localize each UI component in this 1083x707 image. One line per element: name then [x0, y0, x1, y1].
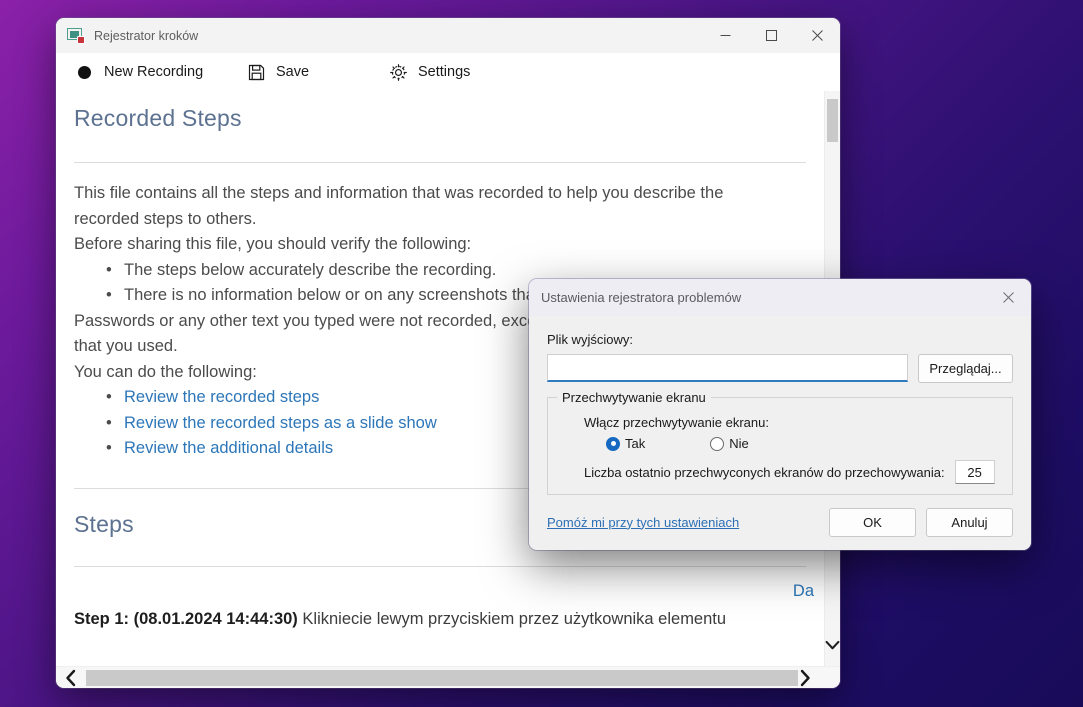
chevron-right-icon[interactable]	[790, 667, 820, 688]
close-icon[interactable]	[794, 18, 840, 53]
dialog-body: Plik wyjściowy: Przeglądaj... Przechwyty…	[529, 316, 1031, 550]
record-dot-icon	[74, 62, 94, 82]
horizontal-scrollbar-thumb[interactable]	[86, 670, 798, 686]
output-file-label: Plik wyjściowy:	[547, 332, 633, 347]
radio-mark-icon	[606, 436, 620, 451]
save-button[interactable]: Save	[246, 57, 388, 87]
screen-count-label: Liczba ostatnio przechwyconych ekranów d…	[584, 464, 945, 480]
radio-no[interactable]: Nie	[710, 436, 749, 451]
capture-radio-group: Tak Nie	[606, 436, 998, 451]
intro-line-1: This file contains all the steps and inf…	[74, 184, 724, 202]
dialog-footer: Pomóż mi przy tych ustawieniach OK Anulu…	[547, 507, 1013, 537]
settings-label: Settings	[418, 64, 471, 80]
floppy-disk-icon	[246, 62, 266, 82]
output-file-row: Przeglądaj...	[547, 354, 1013, 383]
page-title: Recorded Steps	[74, 105, 242, 131]
browse-button[interactable]: Przeglądaj...	[918, 354, 1013, 383]
screen-capture-group: Przechwytywanie ekranu Włącz przechwytyw…	[547, 390, 1013, 495]
radio-no-label: Nie	[729, 436, 749, 451]
enable-capture-label: Włącz przechwytywanie ekranu:	[584, 415, 769, 430]
dialog-titlebar[interactable]: Ustawienia rejestratora problemów	[529, 279, 1031, 316]
truncated-right-link[interactable]: Da	[793, 582, 814, 601]
radio-yes-label: Tak	[625, 436, 646, 451]
step-1-prefix: Step 1: (08.01.2024 14:44:30)	[74, 609, 298, 628]
screen-count-input[interactable]	[954, 460, 995, 484]
radio-mark-icon	[710, 436, 725, 451]
screen-capture-legend: Przechwytywanie ekranu	[557, 390, 711, 405]
chevron-left-icon[interactable]	[56, 667, 86, 689]
dialog-action-buttons: OK Anuluj	[829, 507, 1013, 537]
help-link[interactable]: Pomóż mi przy tych ustawieniach	[547, 515, 739, 530]
output-file-input[interactable]	[547, 354, 908, 382]
chevron-down-icon[interactable]	[825, 639, 840, 652]
horizontal-scrollbar[interactable]	[56, 666, 840, 688]
new-recording-label: New Recording	[104, 64, 204, 80]
review-additional-details-link[interactable]: Review the additional details	[124, 439, 333, 457]
step-1-text: Klikniecie lewym przyciskiem przez użytk…	[302, 609, 727, 628]
review-recorded-steps-link[interactable]: Review the recorded steps	[124, 388, 319, 406]
window-title: Rejestrator kroków	[94, 28, 199, 43]
settings-button[interactable]: Settings	[388, 57, 470, 87]
settings-dialog: Ustawienia rejestratora problemów Plik w…	[529, 279, 1031, 550]
cancel-button[interactable]: Anuluj	[926, 507, 1013, 537]
new-recording-button[interactable]: New Recording	[74, 57, 246, 87]
window-controls	[702, 18, 840, 53]
verify-intro: Before sharing this file, you should ver…	[74, 235, 472, 253]
save-label: Save	[276, 64, 310, 80]
radio-yes[interactable]: Tak	[606, 436, 645, 451]
review-slide-show-link[interactable]: Review the recorded steps as a slide sho…	[124, 414, 437, 432]
intro-line-2: recorded steps to others.	[74, 209, 257, 228]
screen-count-row: Liczba ostatnio przechwyconych ekranów d…	[584, 460, 998, 484]
vertical-scrollbar-thumb[interactable]	[827, 99, 838, 142]
gear-icon	[388, 62, 408, 82]
minimize-icon[interactable]	[702, 18, 748, 53]
recorder-monitor-icon	[67, 28, 85, 44]
dialog-close-icon[interactable]	[985, 279, 1031, 316]
step-entry: Step 1: (08.01.2024 14:44:30) Klikniecie…	[74, 607, 806, 632]
ok-button[interactable]: OK	[829, 507, 916, 537]
window-titlebar[interactable]: Rejestrator kroków	[56, 18, 840, 53]
toolbar: New Recording Save Settings	[56, 53, 840, 91]
dialog-title: Ustawienia rejestratora problemów	[541, 290, 742, 305]
maximize-icon[interactable]	[748, 18, 794, 53]
